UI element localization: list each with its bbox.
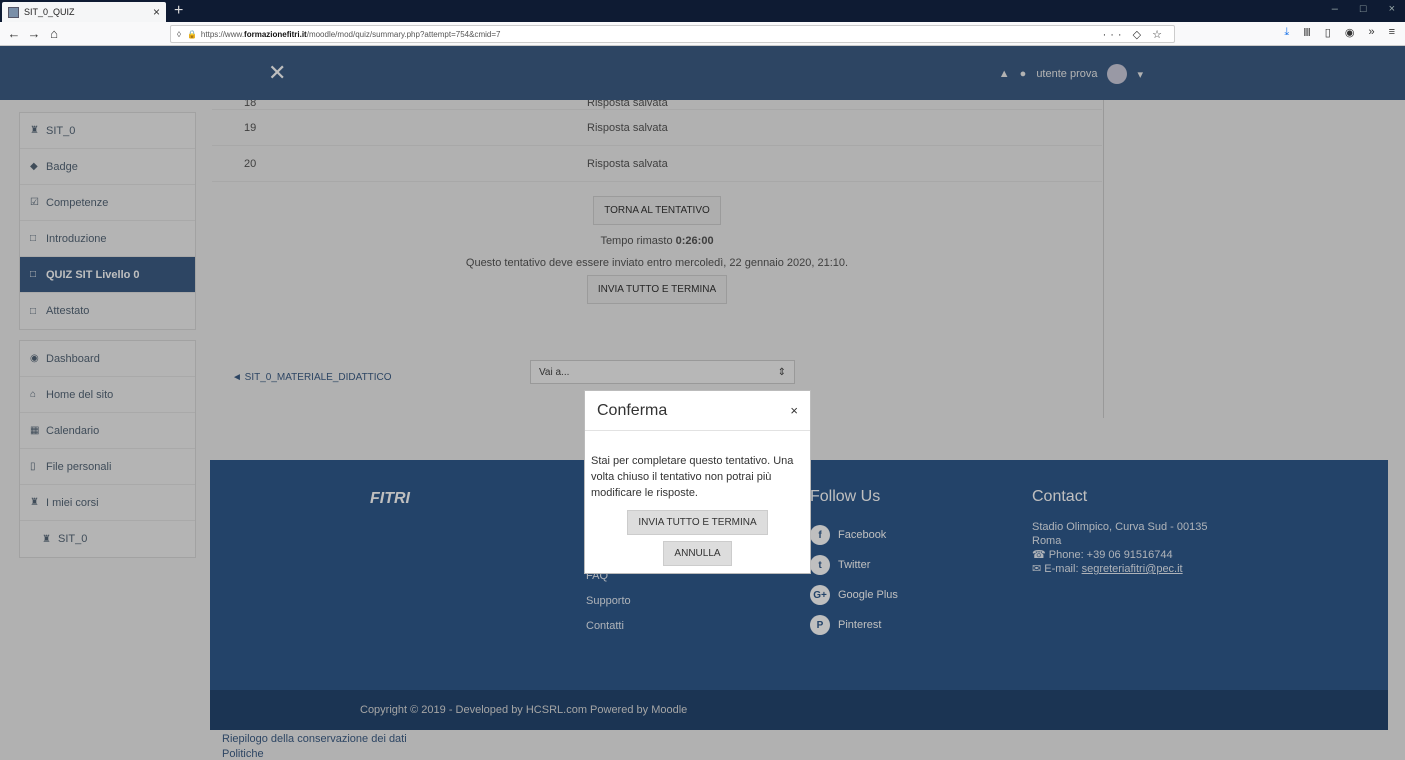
overflow-icon[interactable]: » xyxy=(1368,26,1374,39)
menu-icon[interactable]: ≡ xyxy=(1389,26,1395,39)
url-path: /moodle/mod/quiz/summary.php?attempt=754… xyxy=(306,29,501,39)
browser-navbar: ← → ⌂ ◊ 🔒 https://www. formazionefitri.it… xyxy=(0,22,1405,46)
dialog-footer: INVIA TUTTO E TERMINA ANNULLA xyxy=(585,501,810,569)
address-bar[interactable]: ◊ 🔒 https://www. formazionefitri.it/moodl… xyxy=(170,25,1175,43)
maximize-icon[interactable]: □ xyxy=(1360,3,1367,15)
extension-icon[interactable]: ◉ xyxy=(1345,26,1355,39)
page-actions[interactable]: ··· ◇ ☆ xyxy=(1103,28,1166,41)
cancel-button[interactable]: ANNULLA xyxy=(663,541,732,566)
browser-tabbar: SIT_0_QUIZ × + – □ × xyxy=(0,0,1405,22)
site-favicon-icon xyxy=(8,6,19,18)
confirm-dialog: Conferma × Stai per completare questo te… xyxy=(584,390,811,574)
new-tab-icon[interactable]: + xyxy=(174,2,183,20)
library-icon[interactable]: Ⅲ xyxy=(1303,26,1311,39)
close-tab-icon[interactable]: × xyxy=(153,5,160,19)
tab-title: SIT_0_QUIZ xyxy=(24,7,75,17)
forward-icon[interactable]: → xyxy=(24,26,44,41)
window-controls: – □ × xyxy=(1332,3,1395,15)
dialog-title: Conferma xyxy=(597,401,668,419)
home-icon[interactable]: ⌂ xyxy=(44,26,64,41)
sidebar-toggle-icon[interactable]: ▯ xyxy=(1325,26,1331,39)
back-icon[interactable]: ← xyxy=(4,26,24,41)
close-window-icon[interactable]: × xyxy=(1389,3,1395,15)
url-domain: formazionefitri.it xyxy=(244,29,307,39)
close-icon[interactable]: × xyxy=(790,403,798,418)
dialog-body: Stai per completare questo tentativo. Un… xyxy=(591,455,794,499)
dialog-header: Conferma × xyxy=(585,391,810,431)
lock-icon[interactable]: 🔒 xyxy=(187,30,197,39)
tracking-shield-icon[interactable]: ◊ xyxy=(177,30,181,39)
minimize-icon[interactable]: – xyxy=(1332,3,1338,15)
download-icon[interactable]: ⤓ xyxy=(1284,26,1289,39)
browser-tab[interactable]: SIT_0_QUIZ × xyxy=(2,2,166,22)
url-prefix: https://www. xyxy=(200,29,245,39)
confirm-submit-button[interactable]: INVIA TUTTO E TERMINA xyxy=(627,510,768,535)
browser-toolbar: ⤓ Ⅲ ▯ ◉ » ≡ xyxy=(1284,26,1395,39)
